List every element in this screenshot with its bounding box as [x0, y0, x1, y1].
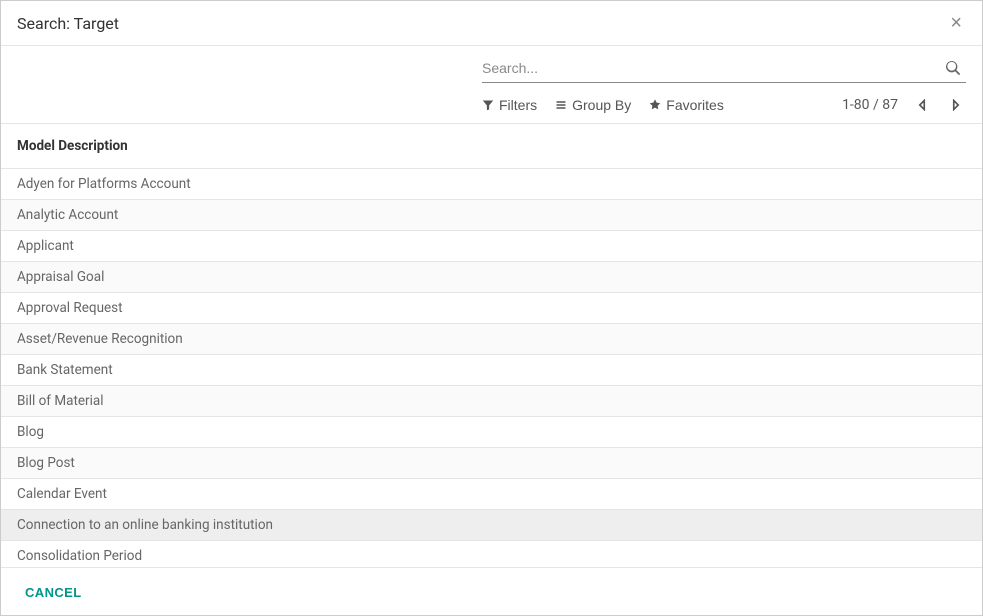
toolbar-spacer: [17, 56, 482, 123]
close-button[interactable]: ×: [946, 13, 966, 33]
table-row[interactable]: Connection to an online banking institut…: [1, 510, 982, 541]
modal-footer: CANCEL: [1, 567, 982, 615]
search-target-modal: Search: Target × Filters: [1, 1, 982, 615]
table-row[interactable]: Analytic Account: [1, 200, 982, 231]
table-row[interactable]: Approval Request: [1, 293, 982, 324]
filters-label: Filters: [499, 97, 537, 113]
table-row[interactable]: Bill of Material: [1, 386, 982, 417]
table-row[interactable]: Asset/Revenue Recognition: [1, 324, 982, 355]
modal-title: Search: Target: [17, 14, 119, 33]
search-field-wrap: [482, 56, 966, 83]
cancel-button[interactable]: CANCEL: [25, 585, 82, 600]
controls-row: Filters Group By Favorites: [482, 83, 966, 123]
table-row[interactable]: Consolidation Period: [1, 541, 982, 567]
groupby-label: Group By: [572, 97, 631, 113]
table-row[interactable]: Appraisal Goal: [1, 262, 982, 293]
pager-text[interactable]: 1-80 / 87: [842, 97, 898, 113]
table-row[interactable]: Blog Post: [1, 448, 982, 479]
star-icon: [649, 99, 661, 111]
chevron-right-icon: [950, 99, 962, 111]
filters-button[interactable]: Filters: [482, 97, 537, 113]
search-icon[interactable]: [940, 61, 966, 75]
close-icon: ×: [950, 12, 962, 34]
funnel-icon: [482, 99, 494, 111]
table-row[interactable]: Blog: [1, 417, 982, 448]
groupby-button[interactable]: Group By: [555, 97, 631, 113]
pager: 1-80 / 87: [842, 97, 966, 113]
list-wrapper: Model Description Adyen for Platforms Ac…: [1, 123, 982, 567]
favorites-label: Favorites: [666, 97, 724, 113]
table-row[interactable]: Applicant: [1, 231, 982, 262]
table-row[interactable]: Adyen for Platforms Account: [1, 169, 982, 200]
modal-header: Search: Target ×: [1, 1, 982, 46]
toolbar: Filters Group By Favorites: [1, 46, 982, 123]
search-input[interactable]: [482, 56, 940, 80]
pager-prev-button[interactable]: [912, 99, 932, 111]
list-icon: [555, 99, 567, 111]
column-header[interactable]: Model Description: [1, 124, 982, 169]
list-body: Adyen for Platforms AccountAnalytic Acco…: [1, 169, 982, 567]
control-group-left: Filters Group By Favorites: [482, 97, 724, 113]
favorites-button[interactable]: Favorites: [649, 97, 724, 113]
toolbar-controls: Filters Group By Favorites: [482, 56, 966, 123]
table-row[interactable]: Bank Statement: [1, 355, 982, 386]
pager-next-button[interactable]: [946, 99, 966, 111]
table-row[interactable]: Calendar Event: [1, 479, 982, 510]
chevron-left-icon: [916, 99, 928, 111]
scroll-area[interactable]: Model Description Adyen for Platforms Ac…: [1, 124, 982, 567]
